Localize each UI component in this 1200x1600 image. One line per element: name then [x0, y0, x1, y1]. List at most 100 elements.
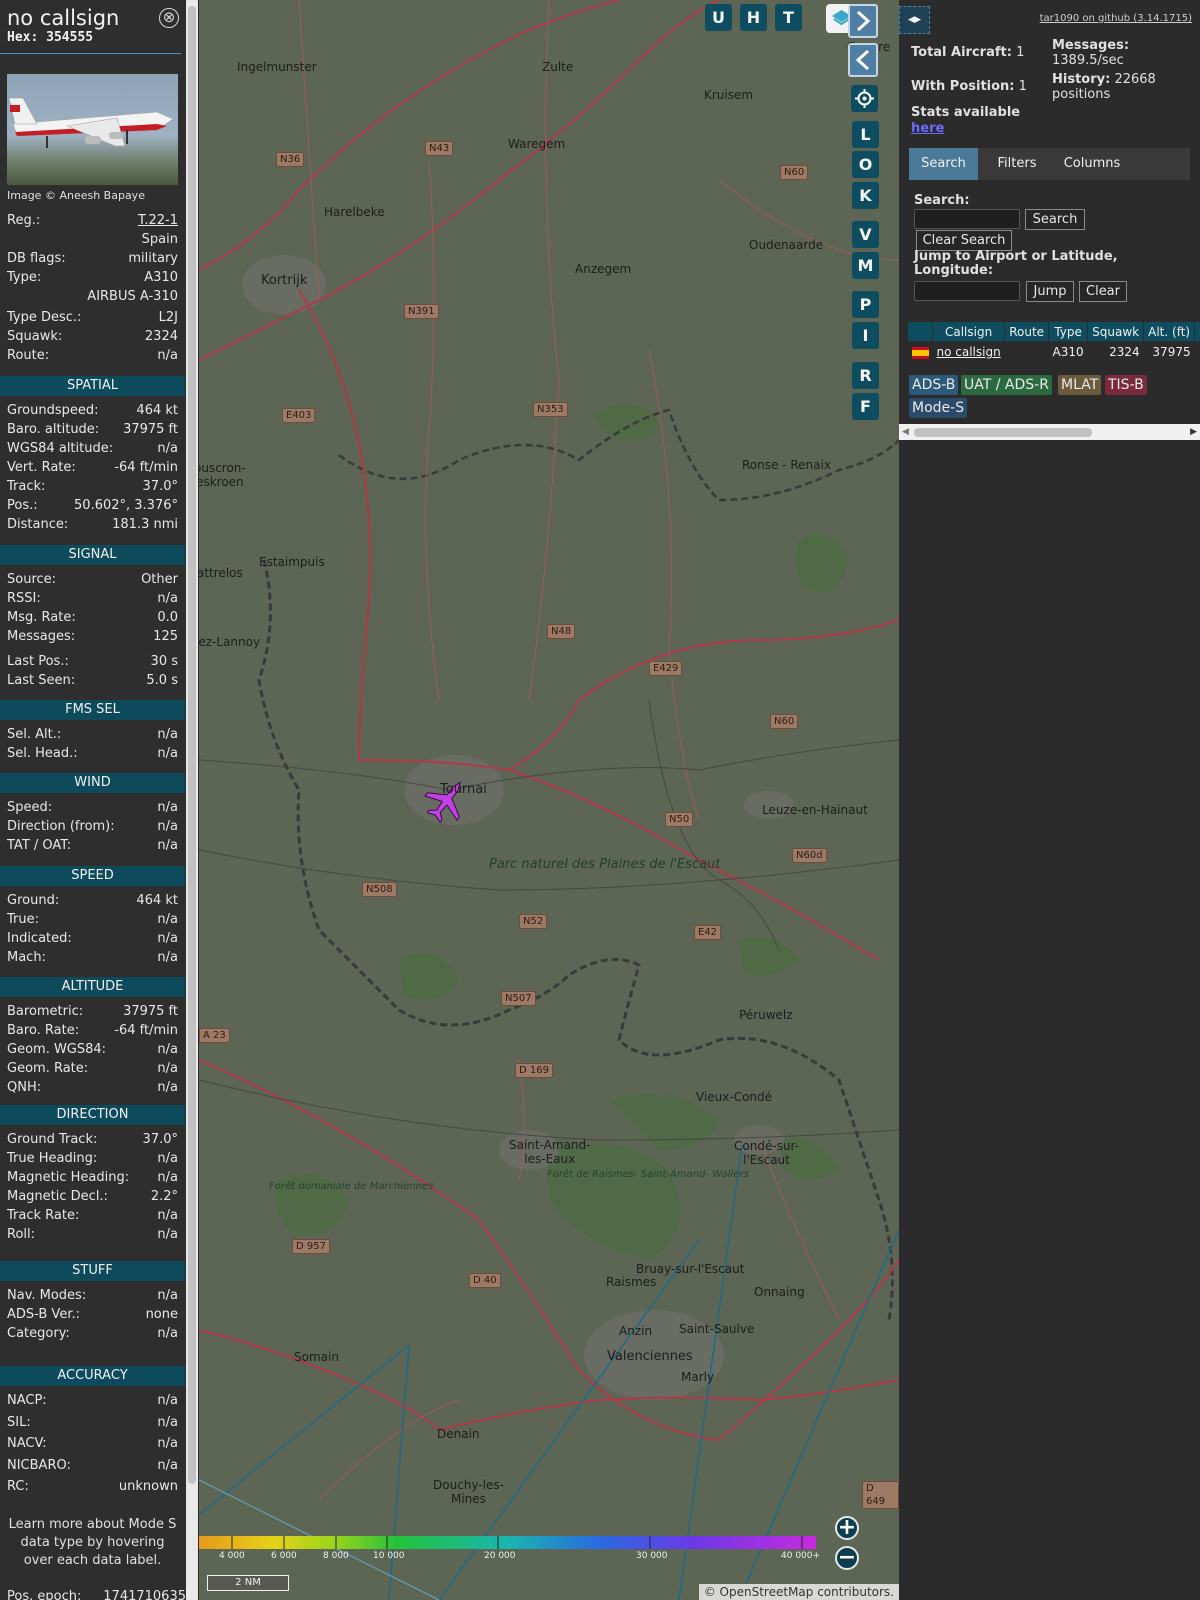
road-shield: N60	[780, 165, 809, 180]
town-label: Saint-Amand- les-Eaux	[509, 1138, 591, 1166]
map-button-l[interactable]: L	[852, 121, 879, 148]
zoom-in-icon[interactable]: +	[835, 1516, 859, 1540]
town-label: Anzin	[619, 1324, 653, 1338]
tab-filters[interactable]: Filters	[983, 148, 1051, 180]
col-flag[interactable]	[907, 321, 933, 342]
scroll-right-icon[interactable]: ▶	[1190, 427, 1197, 437]
clear-search-button[interactable]: Clear Search	[916, 230, 1012, 251]
map-button-k[interactable]: K	[852, 182, 879, 209]
map[interactable]: Ingelmunster Zulte Kruisem Waregem Harelbeke…	[199, 0, 899, 1600]
search-input[interactable]	[914, 209, 1020, 229]
info-row-groundspeed: Groundspeed: 464 kt	[7, 403, 178, 422]
close-icon[interactable]: ⊗	[159, 8, 179, 28]
map-attribution[interactable]: © OpenStreetMap contributors.	[698, 1584, 899, 1600]
info-row-label: Track:	[7, 479, 46, 494]
info-row-label: True:	[7, 912, 39, 927]
scroll-thumb[interactable]	[188, 6, 196, 1484]
table-row[interactable]: no callsign A310 2324 37975	[908, 342, 1200, 363]
zoom-out-icon[interactable]: −	[835, 1546, 859, 1570]
info-row-label: Category:	[7, 1326, 70, 1341]
info-row-label: Geom. WGS84:	[7, 1042, 107, 1057]
col-alt[interactable]: Alt. (ft)	[1143, 321, 1196, 342]
section-wind[interactable]: WIND	[0, 773, 185, 793]
badge-ads-b[interactable]: ADS-B	[909, 375, 959, 395]
info-row-label: Magnetic Decl.:	[7, 1189, 108, 1204]
scale-bar: 2 NM	[207, 1575, 289, 1591]
badge-mode-s[interactable]: Mode-S	[909, 398, 968, 418]
info-row-value: 37975 ft	[123, 422, 178, 437]
section-stuff[interactable]: STUFF	[0, 1261, 185, 1281]
section-accuracy[interactable]: ACCURACY	[0, 1366, 185, 1386]
road-shield: N391	[404, 304, 439, 319]
clear-button[interactable]: Clear	[1079, 281, 1127, 302]
photo-credit: Image © Aneesh Bapaye	[7, 189, 145, 202]
badge-uat-ads-r[interactable]: UAT / ADS-R	[961, 375, 1052, 395]
info-row-value: 37.0°	[142, 479, 178, 494]
table-horizontal-scrollbar[interactable]: ◀ ▶	[899, 424, 1200, 440]
map-button-v[interactable]: V	[852, 221, 879, 248]
info-row-label: Ground Track:	[7, 1132, 98, 1147]
map-button-r[interactable]: R	[852, 362, 879, 389]
stats-link[interactable]: here	[911, 121, 944, 136]
town-label: Somain	[294, 1350, 339, 1364]
forest-label-marchiennes: Forêt domaniale de Marchiennes	[269, 1181, 434, 1192]
row-callsign[interactable]: no callsign	[933, 342, 1005, 363]
aircraft-table: Callsign Route Type Squawk Alt. (ft) S n…	[907, 321, 1200, 363]
section-signal[interactable]: SIGNAL	[0, 545, 185, 565]
road-shield: D 957	[292, 1239, 330, 1254]
info-row-track: Track: 37.0°	[7, 479, 178, 498]
info-row-label: Type:	[7, 270, 42, 285]
info-scrollbar[interactable]	[186, 0, 198, 1600]
badge-tis-b[interactable]: TIS-B	[1105, 375, 1147, 395]
town-label: Condé-sur- l'Escaut	[734, 1139, 800, 1167]
road-shield: N36	[276, 152, 305, 167]
map-button-p[interactable]: P	[852, 291, 879, 318]
expand-right-icon[interactable]	[848, 4, 878, 38]
history-unit: positions	[1052, 87, 1111, 102]
map-button-o[interactable]: O	[852, 151, 879, 178]
col-type[interactable]: Type	[1048, 321, 1089, 342]
tab-search[interactable]: Search	[909, 148, 978, 180]
settings-gear-icon[interactable]	[851, 85, 878, 112]
map-button-u[interactable]: U	[705, 4, 732, 31]
info-row-label: Route:	[7, 348, 50, 363]
town-label: Kruisem	[704, 88, 754, 102]
info-row-nacv: NACV: n/a	[7, 1436, 178, 1455]
collapse-left-icon[interactable]	[848, 43, 878, 77]
map-button-t[interactable]: T	[775, 4, 802, 31]
jump-button[interactable]: Jump	[1026, 281, 1074, 302]
section-spatial[interactable]: SPATIAL	[0, 376, 185, 396]
github-link[interactable]: tar1090 on github (3.14.1715)	[1040, 13, 1192, 24]
tab-columns[interactable]: Columns	[1054, 148, 1130, 180]
map-button-h[interactable]: H	[740, 4, 767, 31]
info-row-value: n/a	[157, 1151, 178, 1166]
info-row-value[interactable]: T.22-1	[138, 213, 178, 228]
aircraft-photo[interactable]	[7, 74, 178, 185]
section-fms-sel[interactable]: FMS SEL	[0, 700, 185, 720]
jump-input[interactable]	[914, 281, 1020, 301]
col-route[interactable]: Route	[1004, 321, 1050, 342]
badge-mlat[interactable]: MLAT	[1058, 375, 1102, 395]
toggle-sidebar-icon[interactable]: ◂▸	[899, 6, 930, 34]
col-callsign[interactable]: Callsign	[931, 321, 1006, 342]
forest-label-raismes: Forêt de Raismes- Saint-Amand- Wallers	[547, 1169, 749, 1180]
info-row-pos: Pos.: 50.602°, 3.376°	[7, 498, 178, 517]
town-label: Saint-Saulve	[679, 1322, 755, 1336]
map-button-i[interactable]: I	[852, 322, 879, 349]
hscroll-thumb[interactable]	[914, 428, 1092, 437]
info-row-baro-altitude: Baro. altitude: 37975 ft	[7, 422, 178, 441]
search-button[interactable]: Search	[1025, 209, 1085, 230]
section-altitude[interactable]: ALTITUDE	[0, 977, 185, 997]
town-label: Leuze-en-Hainaut	[762, 803, 868, 817]
info-row-barometric: Barometric: 37975 ft	[7, 1004, 178, 1023]
info-row-value: AIRBUS A-310	[87, 289, 178, 304]
map-button-m[interactable]: M	[852, 252, 879, 279]
section-direction[interactable]: DIRECTION	[0, 1105, 185, 1125]
info-row-cont: AIRBUS A-310	[7, 289, 178, 308]
info-row-label: Type Desc.:	[7, 310, 82, 325]
map-button-f[interactable]: F	[852, 393, 879, 420]
section-speed[interactable]: SPEED	[0, 866, 185, 886]
scroll-left-icon[interactable]: ◀	[902, 427, 909, 437]
col-speed[interactable]: S	[1194, 321, 1200, 342]
col-squawk[interactable]: Squawk	[1087, 321, 1145, 342]
